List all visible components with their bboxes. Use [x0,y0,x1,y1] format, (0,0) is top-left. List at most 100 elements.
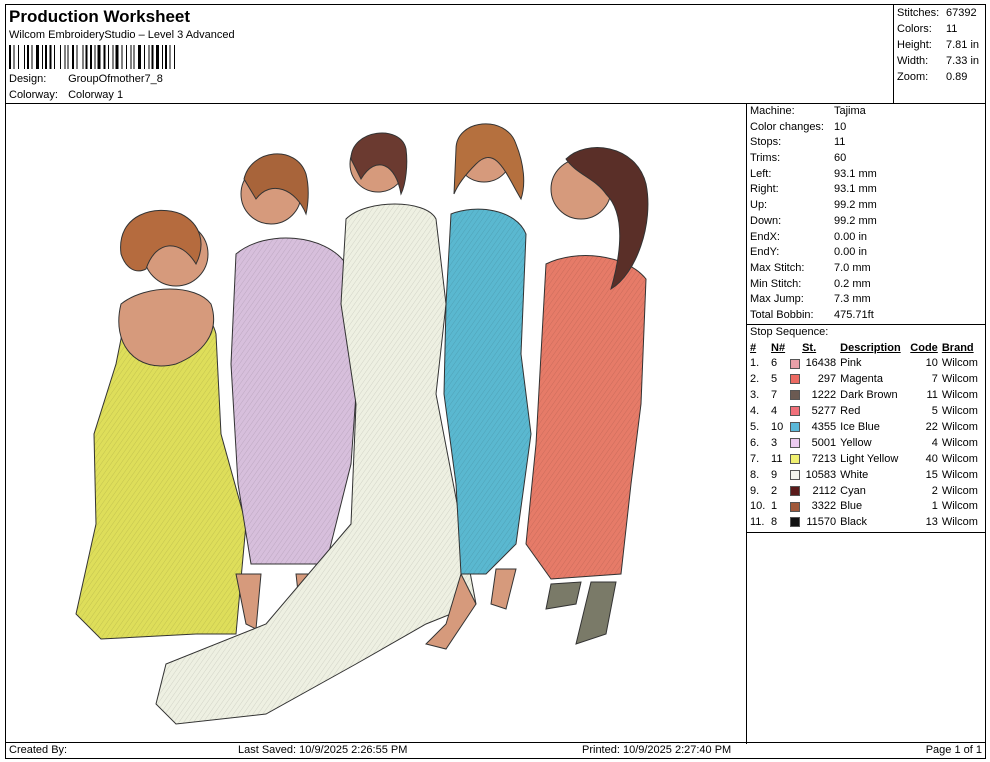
cell-swatch [790,371,802,387]
cell-code: 15 [925,468,938,481]
info-value: 11 [834,136,846,149]
created-by: Created By: [9,744,68,756]
barcode-bar [148,45,150,69]
cell-idx: 4. [750,405,760,418]
info-row: Min Stitch: 0.2 mm [747,277,986,293]
cell-st: 7213 [811,452,837,465]
barcode-bar [138,45,141,69]
info-value: 0.2 mm [834,277,871,290]
color-swatch [790,453,801,464]
info-value: Tajima [834,105,866,117]
col-stitches: St. [802,341,817,354]
color-swatch [790,517,801,528]
cell-swatch [790,499,802,515]
cell-swatch [790,467,802,483]
barcode-bar [144,45,145,69]
info-label: Up: [750,199,768,212]
barcode-bar [90,45,92,69]
cell-brand: Wilcom [941,405,978,418]
cell-code: 11 [926,389,938,402]
info-row: Down: 99.2 mm [747,214,986,230]
cell-idx: 9. [750,484,760,497]
color-swatch [790,406,801,417]
col-code: Code [910,341,938,354]
info-value: 93.1 mm [834,183,877,196]
cell-code: 1 [931,500,938,513]
info-label: Color changes: [750,120,824,133]
barcode-bar [64,45,66,69]
info-value: 0.00 in [834,246,868,259]
col-needle: N# [771,341,786,354]
col-swatch [790,340,802,356]
barcode-bar [108,45,109,69]
cell-code: 13 [925,516,938,529]
cell-idx: 7. [750,452,760,465]
table-row: 4. 4 5277 Red 5 Wilcom [750,403,984,419]
cell-idx: 3. [750,389,760,402]
cell-swatch [790,419,802,435]
design-label: Design: [9,73,47,85]
stat-width: Width: 7.33 in [897,55,980,67]
table-row: 7. 11 7213 Light Yellow 40 Wilcom [750,451,984,467]
colorway-label: Colorway: [9,89,58,101]
cell-desc: Pink [840,357,862,370]
colorway-row: Colorway: Colorway 1 [9,89,123,101]
info-label: Machine: [750,105,795,117]
cell-st: 3322 [811,500,837,513]
table-row: 1. 6 16438 Pink 10 Wilcom [750,356,984,372]
info-row: Up: 99.2 mm [747,198,986,214]
barcode-bar [49,45,52,69]
cell-idx: 1. [750,357,760,370]
cell-num: 6 [771,357,778,370]
figure-yellow-dress [75,209,247,640]
cell-desc: Light Yellow [840,452,899,465]
cell-code: 4 [931,436,938,449]
info-row: Trims: 60 [747,151,986,167]
barcode-bar [162,45,163,69]
cell-num: 10 [771,421,784,434]
barcode-bar [67,45,69,69]
barcode [9,45,175,69]
info-row: Total Bobbin: 475.71ft [747,308,986,324]
printed-date: Printed: 10/9/2025 2:27:40 PM [582,744,732,756]
design-preview [6,104,747,744]
info-value: 99.2 mm [834,199,877,212]
cell-brand: Wilcom [941,500,978,513]
info-label: EndY: [750,246,780,259]
table-row: 10. 1 3322 Blue 1 Wilcom [750,499,984,515]
info-label: EndX: [750,230,780,243]
info-row: Color changes: 10 [747,120,986,136]
cell-swatch [790,483,802,499]
cell-brand: Wilcom [941,389,978,402]
color-swatch [790,422,801,433]
cell-code: 5 [931,405,938,418]
cell-code: 7 [931,373,938,386]
barcode-bar [133,45,135,69]
barcode-bar [85,45,88,69]
stat-stitches: Stitches: 67392 [897,7,977,19]
stop-sequence-header: # N# St. Description Code Brand [750,340,984,356]
cell-st: 11570 [806,516,837,529]
cell-brand: Wilcom [941,373,978,386]
cell-num: 9 [771,468,778,481]
stat-colors: Colors: 11 [897,23,958,35]
cell-st: 10583 [805,468,837,481]
cell-num: 1 [771,500,778,513]
barcode-bar [42,45,43,69]
barcode-bar [169,45,171,69]
barcode-bar [151,45,154,69]
info-label: Left: [750,167,772,180]
col-brand: Brand [941,341,974,354]
barcode-bar [60,45,61,69]
barcode-bar [103,45,106,69]
barcode-bar [126,45,127,69]
barcode-bar [174,45,175,69]
design-row: Design: GroupOfmother7_8 [9,73,163,85]
cell-desc: Magenta [840,373,883,386]
machine-info-list: Machine: Tajima Color changes: 10 Stops: 11 Tr… [747,104,986,324]
color-swatch [790,501,801,512]
cell-code: 40 [925,452,938,465]
info-row: Stops: 11 [747,135,986,151]
barcode-bar [156,45,159,69]
cell-code: 22 [925,421,938,434]
